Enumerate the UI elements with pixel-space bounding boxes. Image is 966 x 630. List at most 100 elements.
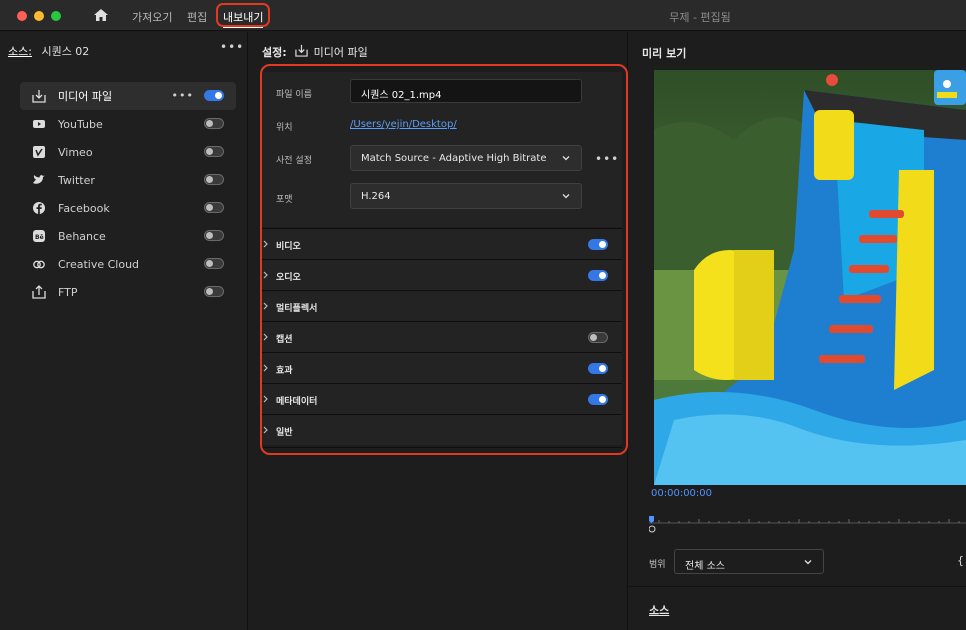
destination-item-media-file[interactable]: 미디어 파일 ••• [20, 82, 236, 110]
destination-label: YouTube [58, 117, 103, 131]
creative-cloud-toggle[interactable] [204, 258, 224, 269]
source-name: 시퀀스 02 [41, 45, 90, 58]
facebook-toggle[interactable] [204, 202, 224, 213]
range-label: 범위 [649, 560, 666, 570]
destination-item-vimeo[interactable]: Vimeo [20, 138, 236, 166]
twitter-icon [32, 173, 46, 187]
destination-item-youtube[interactable]: YouTube [20, 110, 236, 138]
section-general[interactable]: 일반 [262, 414, 622, 445]
settings-panel: 설정: 미디어 파일 파일 이름 시퀀스 02_1.mp4 위치 /Users/… [249, 32, 628, 630]
section-label: 비디오 [276, 242, 301, 252]
ftp-upload-icon [32, 285, 46, 299]
chevron-down-icon [562, 194, 570, 199]
chevron-down-icon [804, 560, 812, 565]
destination-label: Facebook [58, 201, 110, 215]
section-effects[interactable]: 효과 [262, 352, 622, 383]
preset-value: Match Source - Adaptive High Bitrate [361, 153, 547, 164]
destination-label: Creative Cloud [58, 257, 140, 271]
ftp-toggle[interactable] [204, 286, 224, 297]
section-metadata[interactable]: 메타데이터 [262, 383, 622, 414]
video-toggle[interactable] [588, 239, 608, 250]
range-select[interactable]: 전체 소스 [674, 549, 824, 574]
preview-title: 미리 보기 [642, 47, 687, 60]
section-label: 캡션 [276, 335, 293, 345]
panel-divider [629, 586, 966, 587]
destination-label: FTP [58, 285, 78, 299]
source-label: 소스: [8, 45, 32, 58]
effects-toggle[interactable] [588, 363, 608, 374]
media-file-toggle[interactable] [204, 90, 224, 101]
section-label: 일반 [276, 428, 293, 438]
settings-label: 설정: [262, 46, 287, 59]
media-file-icon [32, 89, 46, 103]
behance-toggle[interactable] [204, 230, 224, 241]
metadata-toggle[interactable] [588, 394, 608, 405]
app-window: 가져오기 편집 내보내기 무제 - 편집됨 소스: 시퀀스 02 ••• 미디어… [0, 0, 966, 630]
preset-label: 사전 설정 [276, 156, 312, 166]
chevron-right-icon [263, 240, 268, 248]
sections-divider [262, 447, 622, 448]
format-label: 포맷 [276, 195, 293, 205]
destination-label: 미디어 파일 [58, 90, 113, 103]
format-value: H.264 [361, 191, 391, 202]
set-in-point-button[interactable]: { [957, 554, 964, 567]
file-name-input[interactable]: 시퀀스 02_1.mp4 [350, 79, 582, 103]
destination-item-ftp[interactable]: FTP [20, 278, 236, 306]
source-more-button[interactable]: ••• [220, 40, 244, 54]
destination-list: 미디어 파일 ••• YouTube Vimeo Twitter Faceboo… [20, 82, 236, 306]
source-section-title: 소스 [649, 604, 670, 617]
preview-panel: 미리 보기 00:00:00:00 범위 전체 소스 {소스 [629, 32, 966, 630]
chevron-right-icon [263, 395, 268, 403]
svg-text:Bē: Bē [35, 234, 44, 241]
chevron-right-icon [263, 333, 268, 341]
destination-label: Twitter [58, 173, 95, 187]
destination-item-twitter[interactable]: Twitter [20, 166, 236, 194]
preset-select[interactable]: Match Source - Adaptive High Bitrate [350, 145, 582, 171]
chevron-right-icon [263, 271, 268, 279]
preview-video-frame [654, 70, 966, 485]
location-label: 위치 [276, 123, 293, 133]
destinations-panel: 소스: 시퀀스 02 ••• 미디어 파일 ••• YouTube Vimeo … [0, 32, 248, 630]
title-bar: 가져오기 편집 내보내기 무제 - 편집됨 [0, 0, 966, 31]
settings-header: 설정: 미디어 파일 [262, 44, 368, 60]
youtube-toggle[interactable] [204, 118, 224, 129]
media-file-icon [294, 44, 308, 60]
section-label: 멀티플렉서 [276, 304, 318, 314]
facebook-icon [32, 201, 46, 215]
chevron-right-icon [263, 302, 268, 310]
timeline-scrubber[interactable] [649, 515, 966, 533]
location-link[interactable]: /Users/yejin/Desktop/ [350, 119, 457, 130]
creative-cloud-icon [32, 257, 46, 271]
chevron-right-icon [263, 364, 268, 372]
destination-item-facebook[interactable]: Facebook [20, 194, 236, 222]
twitter-toggle[interactable] [204, 174, 224, 185]
destination-item-creative-cloud[interactable]: Creative Cloud [20, 250, 236, 278]
destination-label: Behance [58, 229, 106, 243]
vimeo-toggle[interactable] [204, 146, 224, 157]
destination-item-behance[interactable]: Bē Behance [20, 222, 236, 250]
chevron-right-icon [263, 426, 268, 434]
timecode-display: 00:00:00:00 [651, 488, 713, 499]
section-multiplexer[interactable]: 멀티플렉서 [262, 290, 622, 321]
youtube-icon [32, 117, 46, 131]
file-settings-form: 파일 이름 시퀀스 02_1.mp4 위치 /Users/yejin/Deskt… [262, 72, 622, 227]
window-title: 무제 - 편집됨 [669, 11, 731, 24]
section-label: 메타데이터 [276, 397, 318, 407]
section-label: 오디오 [276, 273, 301, 283]
section-video[interactable]: 비디오 [262, 228, 622, 259]
section-audio[interactable]: 오디오 [262, 259, 622, 290]
chevron-down-icon [562, 156, 570, 161]
destination-more-button[interactable]: ••• [172, 89, 194, 102]
audio-toggle[interactable] [588, 270, 608, 281]
format-select[interactable]: H.264 [350, 183, 582, 209]
section-label: 효과 [276, 366, 293, 376]
preset-more-button[interactable]: ••• [595, 152, 619, 166]
vimeo-icon [32, 145, 46, 159]
destination-label: Vimeo [58, 145, 93, 159]
settings-target: 미디어 파일 [313, 46, 368, 59]
behance-icon: Bē [32, 229, 46, 243]
source-header: 소스: 시퀀스 02 [8, 43, 89, 59]
section-captions[interactable]: 캡션 [262, 321, 622, 352]
range-value: 전체 소스 [685, 561, 725, 572]
captions-toggle[interactable] [588, 332, 608, 343]
